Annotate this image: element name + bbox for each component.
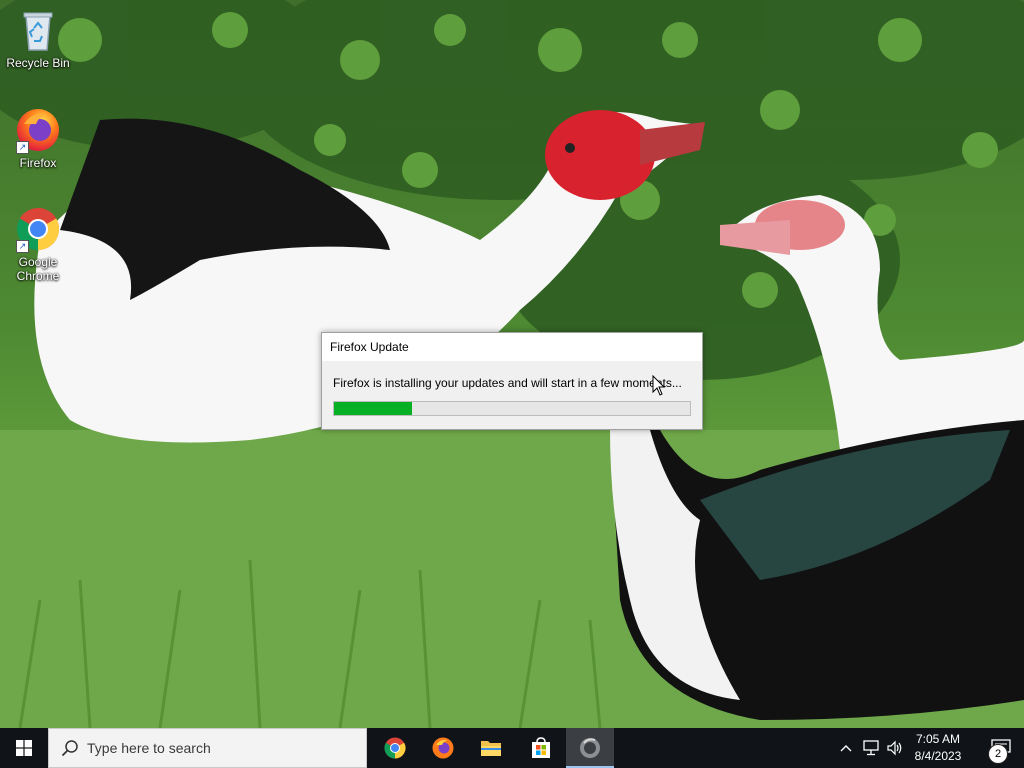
desktop-icon-firefox[interactable]: ↗ Firefox xyxy=(0,106,76,170)
shortcut-arrow-icon: ↗ xyxy=(16,141,29,154)
taskbar-app-firefox[interactable] xyxy=(419,728,467,768)
taskbar-clock[interactable]: 7:05 AM 8/4/2023 xyxy=(906,728,970,768)
firefox-update-icon xyxy=(580,738,600,758)
desktop-icon-google-chrome[interactable]: ↗ Google Chrome xyxy=(0,205,76,283)
windows-logo-icon xyxy=(16,740,32,756)
taskbar-search-box[interactable]: Type here to search xyxy=(48,728,367,768)
desktop-icon-label: Firefox xyxy=(19,156,57,170)
dialog-title[interactable]: Firefox Update xyxy=(322,333,702,361)
taskbar-app-file-explorer[interactable] xyxy=(467,728,515,768)
taskbar: Type here to search 7:05 AM 8/4/2023 xyxy=(0,728,1024,768)
firefox-icon: ↗ xyxy=(14,106,62,154)
update-progress-bar xyxy=(333,401,691,416)
start-button[interactable] xyxy=(0,728,48,768)
recycle-bin-icon xyxy=(14,6,62,54)
dialog-message: Firefox is installing your updates and w… xyxy=(333,376,682,390)
volume-button[interactable] xyxy=(884,728,906,768)
taskbar-app-firefox-update[interactable] xyxy=(566,728,614,768)
mouse-cursor-icon xyxy=(652,375,666,396)
search-icon xyxy=(61,740,78,757)
store-icon xyxy=(532,737,550,758)
desktop-icon-recycle-bin[interactable]: Recycle Bin xyxy=(0,6,76,70)
network-button[interactable] xyxy=(860,728,884,768)
clock-date: 8/4/2023 xyxy=(914,749,962,763)
chevron-up-icon xyxy=(840,745,852,752)
shortcut-arrow-icon: ↗ xyxy=(16,240,29,253)
notification-count-badge: 2 xyxy=(988,744,1008,764)
desktop-icon-label: Google Chrome xyxy=(16,255,60,283)
taskbar-app-chrome[interactable] xyxy=(371,728,419,768)
firefox-icon xyxy=(432,737,454,759)
taskbar-app-store[interactable] xyxy=(517,728,565,768)
show-hidden-icons-button[interactable] xyxy=(836,728,856,768)
desktop-icon-label: Recycle Bin xyxy=(6,56,70,70)
chrome-icon xyxy=(384,737,406,759)
folder-icon xyxy=(481,741,501,756)
progress-fill xyxy=(334,402,413,415)
volume-icon xyxy=(887,740,902,756)
firefox-update-dialog: Firefox Update Firefox is installing you… xyxy=(321,332,703,430)
search-placeholder: Type here to search xyxy=(87,740,211,756)
chrome-icon: ↗ xyxy=(14,205,62,253)
network-icon xyxy=(863,740,879,756)
clock-time: 7:05 AM xyxy=(915,732,961,746)
